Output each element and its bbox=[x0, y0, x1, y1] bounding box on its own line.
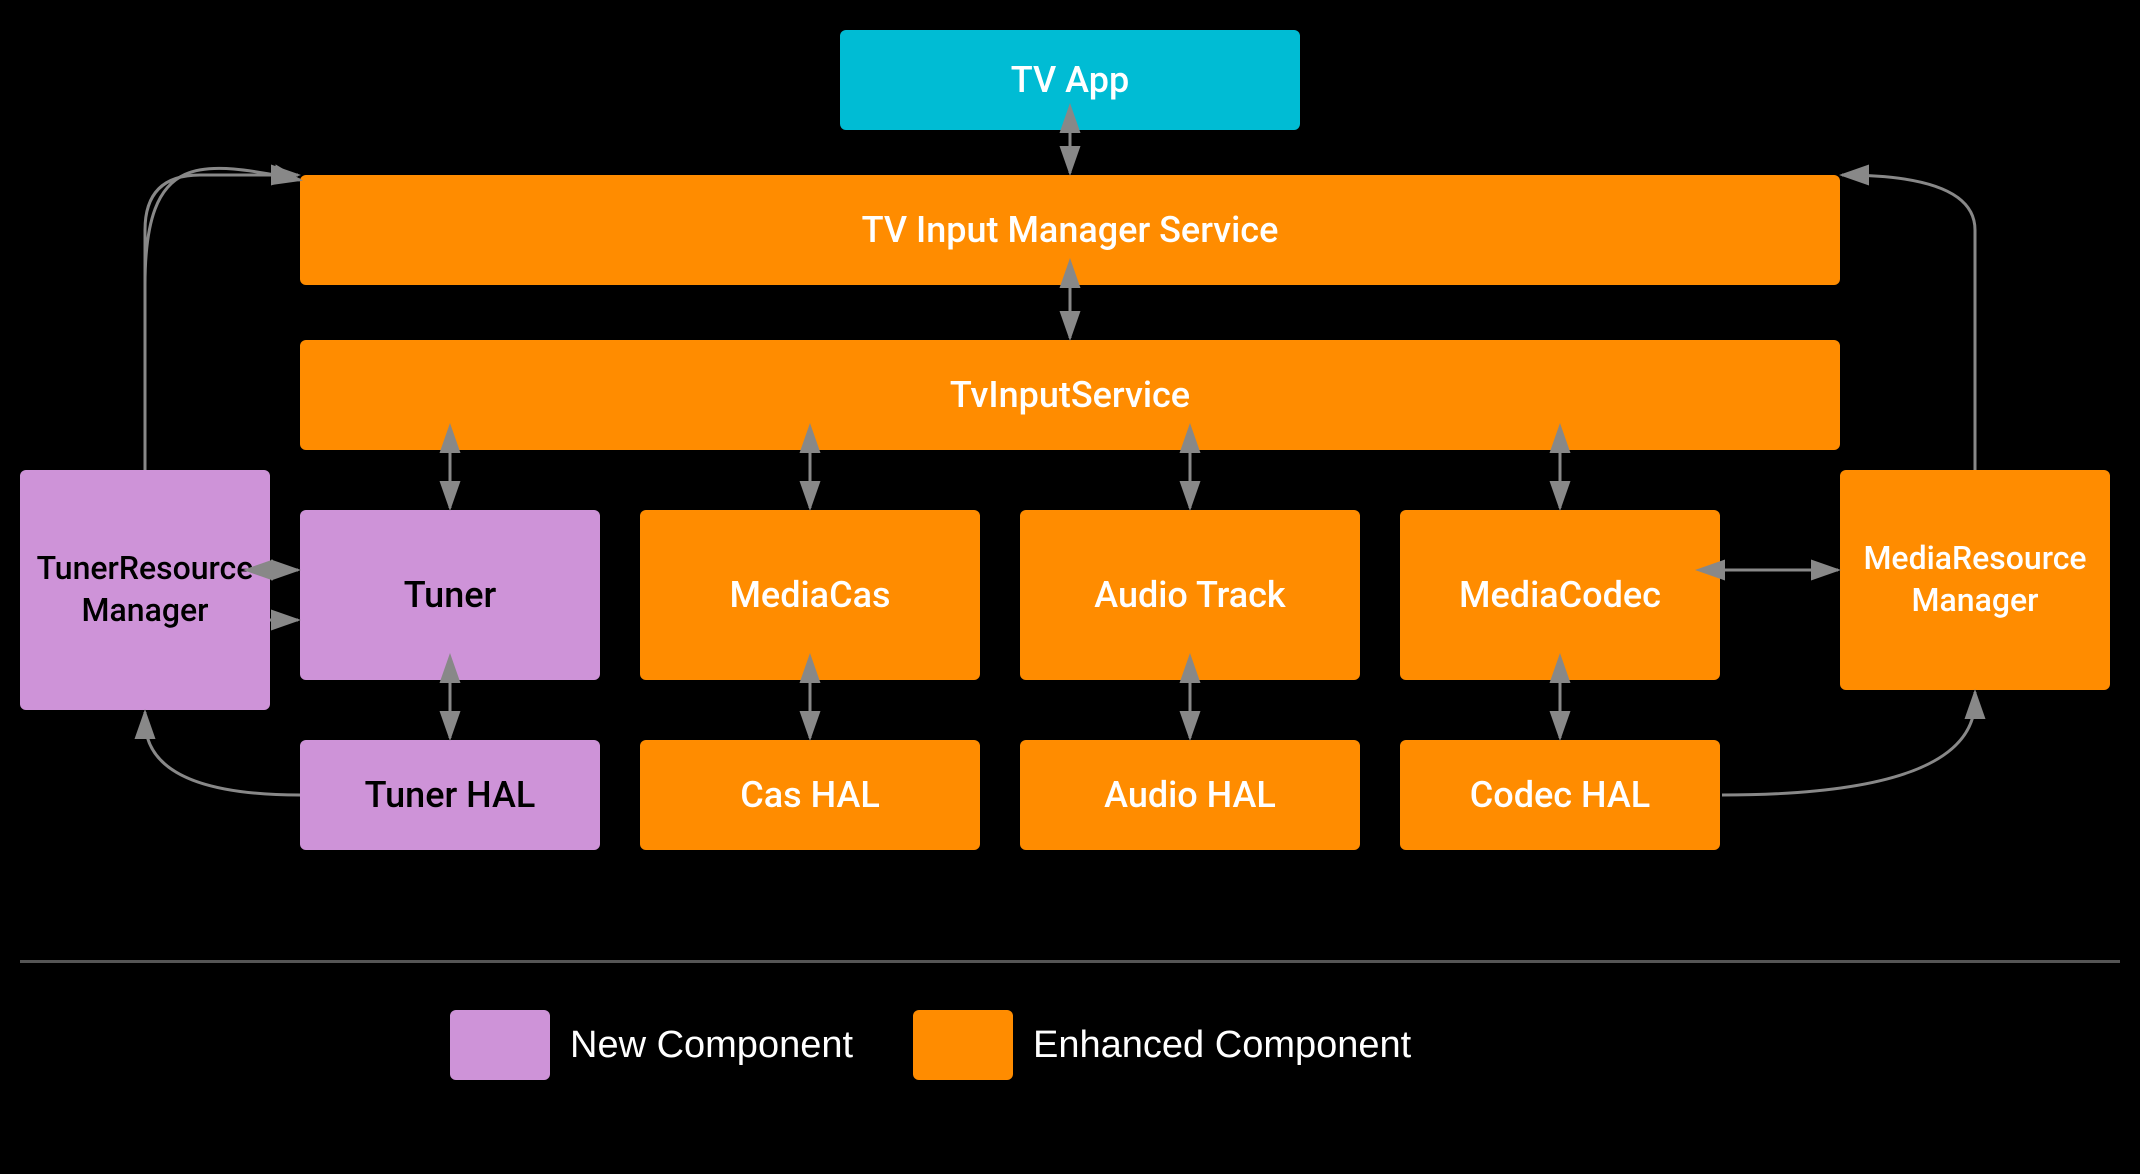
legend-new-component-label: New Component bbox=[570, 1024, 853, 1067]
audio-hal-label: Audio HAL bbox=[1104, 774, 1276, 816]
legend-enhanced-component: Enhanced Component bbox=[913, 1010, 1411, 1080]
tuner-box: Tuner bbox=[300, 510, 600, 680]
diagram-container: TV App TV Input Manager Service TvInputS… bbox=[0, 0, 2140, 1174]
legend-enhanced-component-label: Enhanced Component bbox=[1033, 1024, 1411, 1067]
legend: New Component Enhanced Component bbox=[450, 1010, 1411, 1080]
audio-track-box: Audio Track bbox=[1020, 510, 1360, 680]
tv-input-manager-box: TV Input Manager Service bbox=[300, 175, 1840, 285]
media-codec-label: MediaCodec bbox=[1459, 574, 1661, 616]
legend-new-component: New Component bbox=[450, 1010, 853, 1080]
tuner-hal-label: Tuner HAL bbox=[365, 774, 536, 816]
tuner-hal-box: Tuner HAL bbox=[300, 740, 600, 850]
tv-input-service-box: TvInputService bbox=[300, 340, 1840, 450]
tv-app-box: TV App bbox=[840, 30, 1300, 130]
audio-hal-box: Audio HAL bbox=[1020, 740, 1360, 850]
tuner-resource-box: TunerResource Manager bbox=[20, 470, 270, 710]
audio-track-label: Audio Track bbox=[1094, 574, 1285, 616]
tuner-label: Tuner bbox=[404, 574, 497, 616]
legend-new-component-box bbox=[450, 1010, 550, 1080]
tv-app-label: TV App bbox=[1011, 59, 1129, 101]
media-resource-box: MediaResource Manager bbox=[1840, 470, 2110, 690]
cas-hal-box: Cas HAL bbox=[640, 740, 980, 850]
codec-hal-label: Codec HAL bbox=[1470, 774, 1650, 816]
legend-divider bbox=[20, 960, 2120, 963]
codec-hal-box: Codec HAL bbox=[1400, 740, 1720, 850]
cas-hal-label: Cas HAL bbox=[740, 774, 880, 816]
tv-input-service-label: TvInputService bbox=[950, 374, 1190, 416]
tv-input-manager-label: TV Input Manager Service bbox=[862, 209, 1279, 251]
media-resource-label: MediaResource Manager bbox=[1863, 538, 2086, 621]
legend-enhanced-component-box bbox=[913, 1010, 1013, 1080]
tuner-resource-label: TunerResource Manager bbox=[37, 548, 254, 631]
media-codec-box: MediaCodec bbox=[1400, 510, 1720, 680]
media-cas-box: MediaCas bbox=[640, 510, 980, 680]
media-cas-label: MediaCas bbox=[729, 574, 890, 616]
